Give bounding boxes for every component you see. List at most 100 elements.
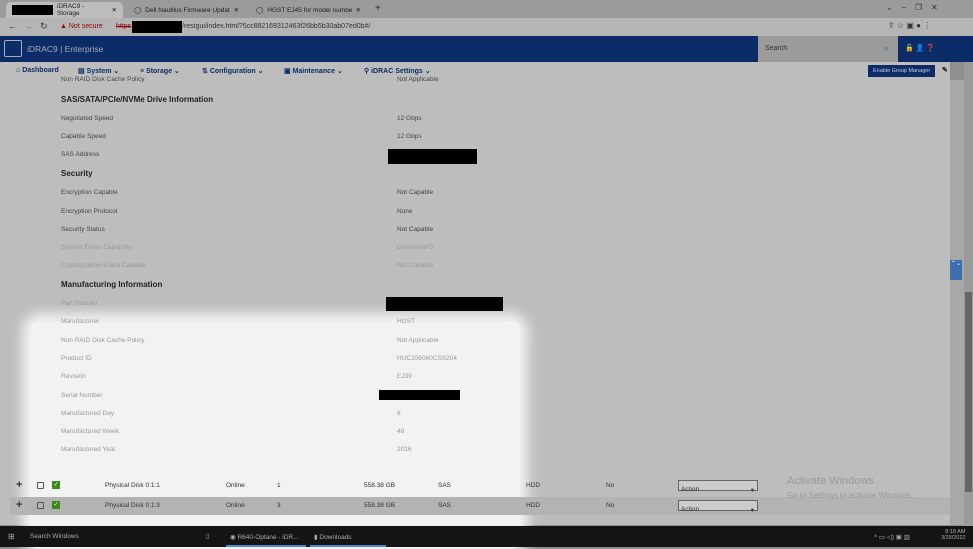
- disk-hotspare: No: [606, 482, 615, 489]
- url-scheme: https: [116, 23, 132, 30]
- reload-icon[interactable]: ↻: [40, 21, 48, 32]
- disk-media: HDD: [526, 502, 541, 509]
- detail-value: HUC156060CSS204: [397, 355, 457, 362]
- disk-size: 558.38 GB: [364, 482, 396, 489]
- detail-value: Not Applicable: [397, 76, 439, 83]
- detail-label: Revision: [61, 373, 86, 380]
- tray-icons[interactable]: ^ ▭ ◁) ▣ ▥: [874, 533, 910, 541]
- nav-dashboard[interactable]: ⌂ Dashboard: [16, 67, 59, 74]
- scroll-thumb[interactable]: [965, 292, 972, 492]
- close-icon[interactable]: ✕: [234, 6, 239, 14]
- product-name: iDRAC9 | Enterprise: [27, 44, 104, 54]
- tab-label: Dell Nautilus Firmware Update U: [145, 6, 229, 14]
- scroll-up-down-button[interactable]: ⌃⌄: [950, 260, 962, 280]
- detail-label: Capable Speed: [61, 133, 106, 140]
- nav-idrac-settings[interactable]: ⚲ iDRAC Settings ⌄: [364, 67, 431, 75]
- detail-value: Not Capable: [397, 262, 434, 269]
- section-manufacturing: Manufacturing Information: [61, 280, 163, 289]
- action-select[interactable]: Action ▾: [678, 500, 758, 514]
- detail-value: OverwritePD: [397, 244, 434, 251]
- detail-label: Manufacturer: [61, 318, 100, 325]
- disk-bus: SAS: [438, 502, 452, 509]
- detail-value: EJ39: [397, 373, 412, 380]
- detail-label: Cryptographic Erase Capable: [61, 262, 147, 269]
- detail-value: None: [397, 208, 413, 215]
- scrollbar[interactable]: ⌃⌄: [950, 80, 964, 525]
- idrac-logo-icon: [4, 40, 22, 57]
- back-icon[interactable]: ←: [8, 21, 17, 31]
- nav-system[interactable]: ▤ System ⌄: [78, 67, 119, 75]
- detail-label: System Erase Capability: [61, 244, 132, 251]
- detail-value: 12 Gbps: [397, 133, 422, 140]
- detail-label: Non RAID Disk Cache Policy: [61, 337, 145, 344]
- header-icons[interactable]: 🔓 👤 ❓: [905, 44, 935, 52]
- detail-value: 6: [397, 410, 401, 417]
- globe-icon: ◯: [134, 7, 142, 14]
- detail-label: SAS Address: [61, 151, 100, 158]
- activate-windows-sub: Go to Settings to activate Windows.: [787, 491, 914, 500]
- not-secure-badge[interactable]: ▲ Not secure: [60, 23, 103, 30]
- browser-tab-bar: iDRAC9 - Storage ✕ ◯ Dell Nautilus Firmwar…: [0, 0, 973, 18]
- close-icon[interactable]: ✕: [112, 6, 117, 14]
- new-tab-button[interactable]: +: [375, 3, 381, 14]
- detail-label: Product ID: [61, 355, 92, 362]
- activate-windows-title: Activate Windows: [787, 475, 874, 487]
- task-view-icon[interactable]: ▯: [206, 532, 210, 540]
- clock[interactable]: 8:18 AM 3/29/2022: [941, 529, 965, 541]
- search-input[interactable]: Search ⌕: [758, 36, 898, 62]
- minimize-button[interactable]: ⌄ – ❐ ✕: [886, 3, 938, 12]
- details-list: Non RAID Disk Cache Policy Not Applicable…: [0, 76, 950, 470]
- detail-value: 2016: [397, 446, 412, 453]
- detail-value: Not Capable: [397, 226, 434, 233]
- pin-icon[interactable]: ✎: [942, 66, 948, 74]
- taskbar-downloads[interactable]: ▮ Downloads: [310, 526, 386, 547]
- status-ok-icon: ✓: [52, 501, 60, 509]
- action-select[interactable]: Action ▾: [678, 480, 758, 494]
- status-ok-icon: ✓: [52, 481, 60, 489]
- chevron-down-icon: ▾: [750, 507, 754, 514]
- expand-icon[interactable]: +: [16, 479, 22, 491]
- redacted: [12, 5, 53, 15]
- disk-size: 558.38 GB: [364, 502, 396, 509]
- row-checkbox[interactable]: [37, 502, 44, 509]
- disk-media: HDD: [526, 482, 541, 489]
- disk-name: Physical Disk 0:1:1: [105, 482, 160, 489]
- browser-actions-icon[interactable]: ⇪ ☆ ▣ ● ⋮: [888, 21, 931, 30]
- disk-state: Online: [226, 502, 245, 509]
- search-icon[interactable]: ⌕: [884, 43, 889, 54]
- url-input[interactable]: /restgui/index.html?5cc882169312463f26bb…: [182, 23, 370, 30]
- tab-idrac-storage[interactable]: iDRAC9 - Storage ✕: [6, 2, 123, 18]
- address-bar: ← → ↻ ▲ Not secure https /restgui/index.…: [0, 18, 973, 36]
- tab-hgst[interactable]: ◯HGST EJ45 for model number(s) ✕: [250, 2, 367, 18]
- row-checkbox[interactable]: [37, 482, 44, 489]
- detail-value: Not Capable: [397, 189, 434, 196]
- disk-hotspare: No: [606, 502, 615, 509]
- disk-name: Physical Disk 0:1:3: [105, 502, 160, 509]
- detail-label: Security Status: [61, 226, 105, 233]
- taskbar-search[interactable]: Search Windows: [30, 533, 79, 540]
- enable-group-manager-button[interactable]: Enable Group Manager: [868, 65, 936, 77]
- close-icon[interactable]: ✕: [356, 6, 361, 14]
- detail-label: Manufactured Day: [61, 410, 115, 417]
- tab-nautilus[interactable]: ◯Dell Nautilus Firmware Update U ✕: [128, 2, 245, 18]
- section-drive-info: SAS/SATA/PCIe/NVMe Drive Information: [61, 95, 214, 104]
- detail-label: Serial Number: [61, 392, 103, 399]
- globe-icon: ◯: [256, 7, 264, 14]
- browser-scrollbar[interactable]: [964, 62, 973, 526]
- detail-label: Manufactured Year: [61, 446, 116, 453]
- forward-icon[interactable]: →: [24, 21, 33, 31]
- nav-configuration[interactable]: ⇅ Configuration ⌄: [202, 67, 264, 75]
- nav-storage[interactable]: ≡ Storage ⌄: [140, 67, 180, 75]
- detail-label: Part Number: [61, 300, 98, 307]
- detail-label: Manufactured Week: [61, 428, 120, 435]
- detail-value: 12 Gbps: [397, 115, 422, 122]
- detail-label: Non RAID Disk Cache Policy: [61, 76, 145, 83]
- windows-start-icon[interactable]: ⊞: [8, 532, 15, 541]
- nav-maintenance[interactable]: ▣ Maintenance ⌄: [284, 67, 343, 75]
- disk-slot: 3: [277, 502, 281, 509]
- disk-bus: SAS: [438, 482, 452, 489]
- tab-label: iDRAC9 - Storage: [56, 3, 85, 17]
- taskbar-chrome[interactable]: ◉ R640-Optane - iDR...: [226, 526, 306, 547]
- expand-icon[interactable]: +: [16, 499, 22, 511]
- redacted-host: [132, 21, 182, 33]
